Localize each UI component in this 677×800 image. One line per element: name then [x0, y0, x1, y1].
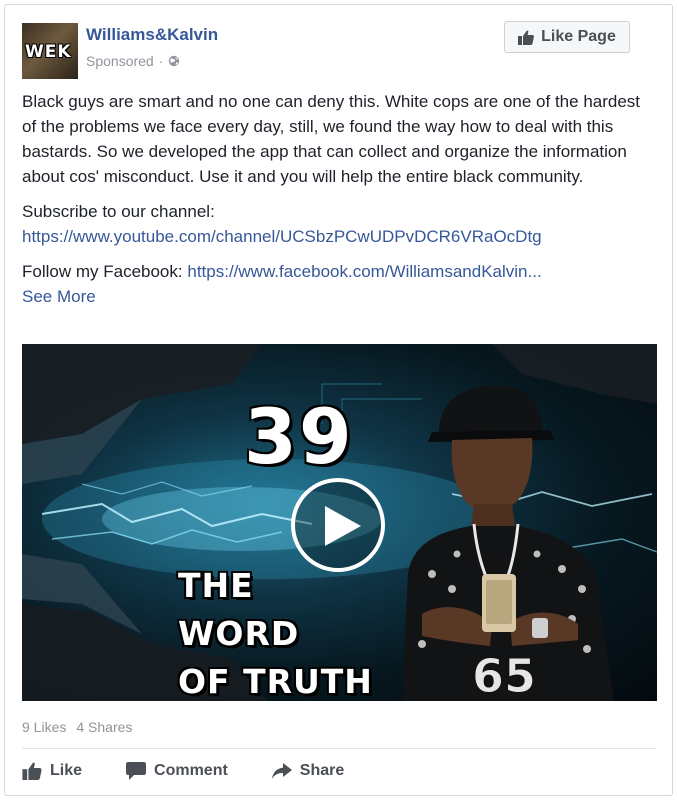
youtube-channel-link[interactable]: https://www.youtube.com/channel/UCSbzPCw…	[22, 227, 542, 246]
video-thumbnail[interactable]: 39 THE WORD OF TRUTH 65	[22, 344, 657, 701]
comment-label: Comment	[154, 762, 228, 779]
engagement-stats: 9 Likes 4 Shares	[22, 719, 132, 735]
like-page-button[interactable]: Like Page	[504, 21, 630, 53]
follow-paragraph: Follow my Facebook: https://www.facebook…	[22, 259, 652, 309]
separator-dot: ·	[158, 53, 164, 69]
see-more-link[interactable]: See More	[22, 284, 652, 309]
like-button[interactable]: Like	[22, 762, 82, 780]
shirt-number: 65	[472, 649, 536, 701]
comment-button[interactable]: Comment	[126, 762, 228, 780]
shares-count[interactable]: 4 Shares	[76, 719, 132, 735]
globe-icon	[169, 55, 180, 67]
share-label: Share	[299, 762, 345, 779]
like-page-label: Like Page	[541, 28, 616, 45]
video-episode-number: 39	[244, 392, 354, 481]
sponsored-line: Sponsored ·	[86, 53, 180, 69]
subscribe-label: Subscribe to our channel:	[22, 202, 215, 221]
video-title-line-2: OF TRUTH	[178, 662, 373, 701]
actions-divider	[22, 748, 657, 749]
post-text: Black guys are smart and no one can deny…	[22, 89, 652, 309]
sponsored-label: Sponsored	[86, 53, 154, 69]
video-title-line-1: THE WORD	[178, 566, 300, 653]
comment-icon	[126, 762, 147, 780]
avatar-logo-text: WEK	[25, 42, 72, 62]
play-button[interactable]	[291, 478, 385, 572]
person-figure: 65	[402, 385, 614, 701]
subscribe-paragraph: Subscribe to our channel: https://www.yo…	[22, 199, 652, 249]
share-button[interactable]: Share	[271, 762, 345, 780]
share-arrow-icon	[271, 763, 292, 779]
play-icon	[325, 506, 361, 546]
sponsored-post-card: WEK Williams&Kalvin Sponsored · Like Pag…	[4, 4, 673, 796]
thumbs-up-icon	[22, 762, 42, 780]
like-label: Like	[50, 762, 83, 779]
facebook-link[interactable]: https://www.facebook.com/WilliamsandKalv…	[187, 262, 541, 281]
page-name-link[interactable]: Williams&Kalvin	[86, 25, 218, 45]
post-paragraph: Black guys are smart and no one can deny…	[22, 92, 641, 186]
page-avatar[interactable]: WEK	[22, 23, 78, 79]
post-actions-bar: Like Comment Share	[22, 757, 344, 785]
video-title-text: THE WORD OF TRUTH	[178, 562, 378, 701]
likes-count[interactable]: 9 Likes	[22, 719, 66, 735]
thumbs-up-icon	[518, 29, 535, 45]
follow-label: Follow my Facebook:	[22, 262, 183, 281]
